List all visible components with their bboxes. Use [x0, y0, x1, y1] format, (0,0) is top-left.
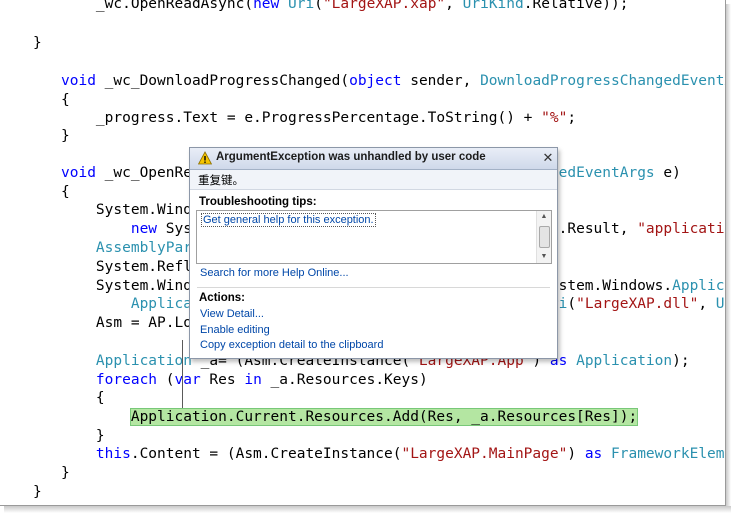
code-token: this [95, 446, 131, 462]
code-token: _wc_DownloadProgressChanged( [95, 73, 350, 89]
general-help-link[interactable]: Get general help for this exception. [201, 213, 376, 227]
exception-assistant-popup: ArgumentException was unhandled by user … [189, 147, 558, 359]
code-token: ); [672, 353, 690, 369]
code-line: _progress.Text = e.ProgressPercentage.To… [61, 109, 576, 127]
view-detail-link[interactable]: View Detail... [200, 308, 264, 320]
code-token: void [61, 165, 96, 181]
code-token: { [61, 92, 70, 108]
code-token: foreach [95, 372, 158, 388]
code-token: } [33, 35, 42, 51]
code-token: in [244, 372, 262, 388]
code-token: ) [567, 446, 585, 462]
code-token: void [61, 73, 96, 89]
code-token: "LargeXAP.MainPage" [401, 446, 568, 462]
code-token: "application/binary" [637, 221, 725, 237]
troubleshooting-heading: Troubleshooting tips: [199, 196, 317, 208]
troubleshooting-tips-list[interactable]: Get general help for this exception. ▲ ▼ [196, 210, 552, 264]
warning-icon [198, 151, 212, 165]
code-token: new [253, 0, 280, 12]
code-token: Application [672, 278, 725, 294]
popup-divider [197, 287, 550, 288]
code-line: foreach (var Res in _a.Resources.Keys) [61, 371, 428, 389]
code-line: { [61, 183, 70, 201]
actions-heading: Actions: [199, 292, 245, 304]
code-token: { [61, 390, 105, 406]
code-token: AssemblyPart [95, 240, 201, 256]
code-token: _a.Resources.Keys) [261, 372, 428, 388]
code-token: _wc.OpenReadAsync( [61, 0, 254, 12]
code-token: ( [567, 296, 577, 312]
exception-message: 重复键。 [198, 175, 244, 187]
code-line: } [61, 427, 105, 445]
code-token: ( [157, 372, 175, 388]
code-token: , [698, 296, 716, 312]
screenshot-shadow-bottom [4, 506, 731, 513]
code-line: _wc.OpenReadAsync(new Uri("LargeXAP.xap"… [61, 0, 629, 13]
code-token: UriKind [715, 296, 725, 312]
code-token: _progress.Text = e.ProgressPercentage.To… [61, 110, 542, 126]
code-line: Application.Current.Resources.Add(Res, _… [61, 408, 639, 426]
code-token: "%" [541, 110, 568, 126]
code-token: { [61, 184, 70, 200]
code-token: } [61, 465, 70, 481]
scroll-down-icon[interactable]: ▼ [537, 251, 551, 263]
code-line: { [61, 389, 105, 407]
code-token: } [61, 428, 105, 444]
close-icon[interactable]: ✕ [541, 150, 555, 165]
code-token: FrameworkElement [611, 446, 725, 462]
code-token: Res [200, 372, 245, 388]
code-token: , [445, 0, 463, 12]
popup-header: ArgumentException was unhandled by user … [190, 148, 557, 170]
code-token: DownloadProgressChangedEventArgs [480, 73, 725, 89]
code-token: Application [576, 353, 673, 369]
code-token: sender, [401, 73, 481, 89]
exception-pointer-line [182, 340, 183, 408]
code-token: UriKind [462, 0, 524, 12]
code-line: this.Content = (Asm.CreateInstance("Larg… [61, 445, 725, 463]
code-line: { [61, 91, 70, 109]
code-token: Uri [288, 0, 315, 12]
code-token: e) [654, 165, 681, 181]
code-token: } [61, 128, 70, 144]
scroll-thumb[interactable] [539, 226, 550, 248]
code-token: ; [567, 110, 577, 126]
code-token: "LargeXAP.dll" [576, 296, 699, 312]
code-line: } [33, 483, 42, 501]
code-token: .Relative)); [523, 0, 629, 12]
current-statement-highlight: Application.Current.Resources.Add(Res, _… [129, 408, 639, 426]
screenshot-shadow-right [726, 4, 731, 509]
code-token: as [584, 446, 603, 462]
code-line: } [33, 34, 42, 52]
code-line: } [61, 464, 70, 482]
exception-title: ArgumentException was unhandled by user … [216, 151, 486, 163]
code-token: var [174, 372, 201, 388]
enable-editing-link[interactable]: Enable editing [200, 324, 270, 336]
scroll-up-icon[interactable]: ▲ [537, 211, 551, 223]
code-token: } [33, 484, 42, 500]
code-line: } [61, 127, 70, 145]
code-token: .Content = (Asm.CreateInstance( [130, 446, 402, 462]
code-token: "LargeXAP.xap" [322, 0, 446, 12]
code-line: void _wc_DownloadProgressChanged(object … [61, 72, 725, 90]
exception-message-area: 重复键。 [190, 170, 557, 190]
code-token: new [130, 221, 158, 237]
tips-scrollbar[interactable]: ▲ ▼ [536, 211, 551, 263]
search-help-online-link[interactable]: Search for more Help Online... [200, 267, 349, 279]
code-token: ( [314, 0, 323, 12]
code-token: object [349, 73, 402, 89]
code-token: Application [95, 353, 192, 369]
copy-exception-detail-link[interactable]: Copy exception detail to the clipboard [200, 339, 383, 351]
